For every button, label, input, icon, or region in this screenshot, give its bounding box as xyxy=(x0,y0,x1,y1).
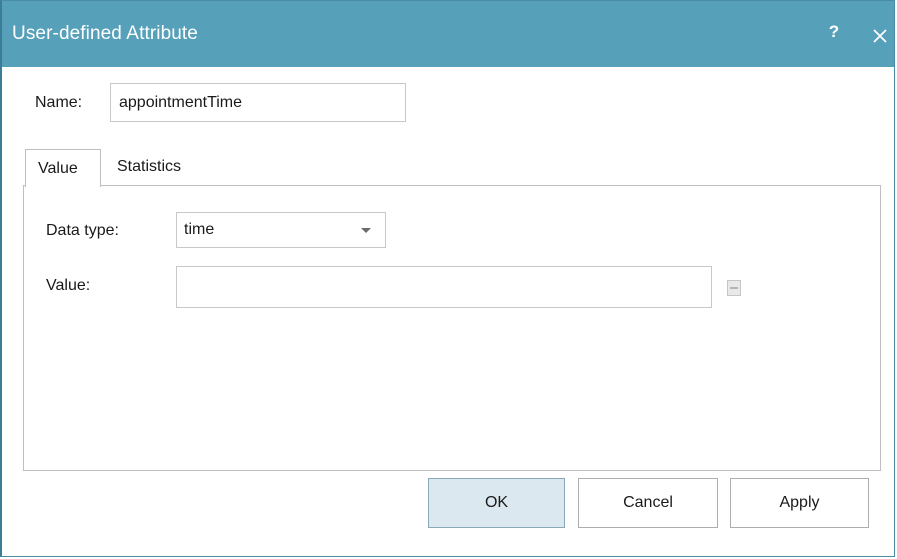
close-icon xyxy=(873,29,887,43)
dropdown-arrow-icon xyxy=(361,228,371,233)
clear-value-button[interactable] xyxy=(727,280,741,296)
title-bar[interactable]: User-defined Attribute ? xyxy=(2,1,894,67)
close-button[interactable] xyxy=(868,24,892,48)
name-label: Name: xyxy=(35,94,83,111)
data-type-label: Data type: xyxy=(46,222,119,239)
data-type-selected-value: time xyxy=(184,221,215,238)
value-input[interactable] xyxy=(176,266,712,308)
tab-value[interactable]: Value xyxy=(25,149,101,187)
help-button[interactable]: ? xyxy=(824,22,844,42)
cancel-button[interactable]: Cancel xyxy=(578,478,718,528)
user-defined-attribute-dialog: User-defined Attribute ? Name: Value Sta… xyxy=(0,0,895,557)
value-label: Value: xyxy=(46,277,91,294)
ok-button[interactable]: OK xyxy=(428,478,565,528)
name-input[interactable] xyxy=(110,83,406,122)
dialog-title: User-defined Attribute xyxy=(12,23,198,44)
tab-statistics[interactable]: Statistics xyxy=(105,149,193,185)
value-tab-panel xyxy=(23,185,881,471)
apply-button[interactable]: Apply xyxy=(730,478,869,528)
data-type-dropdown[interactable]: time xyxy=(176,212,386,248)
